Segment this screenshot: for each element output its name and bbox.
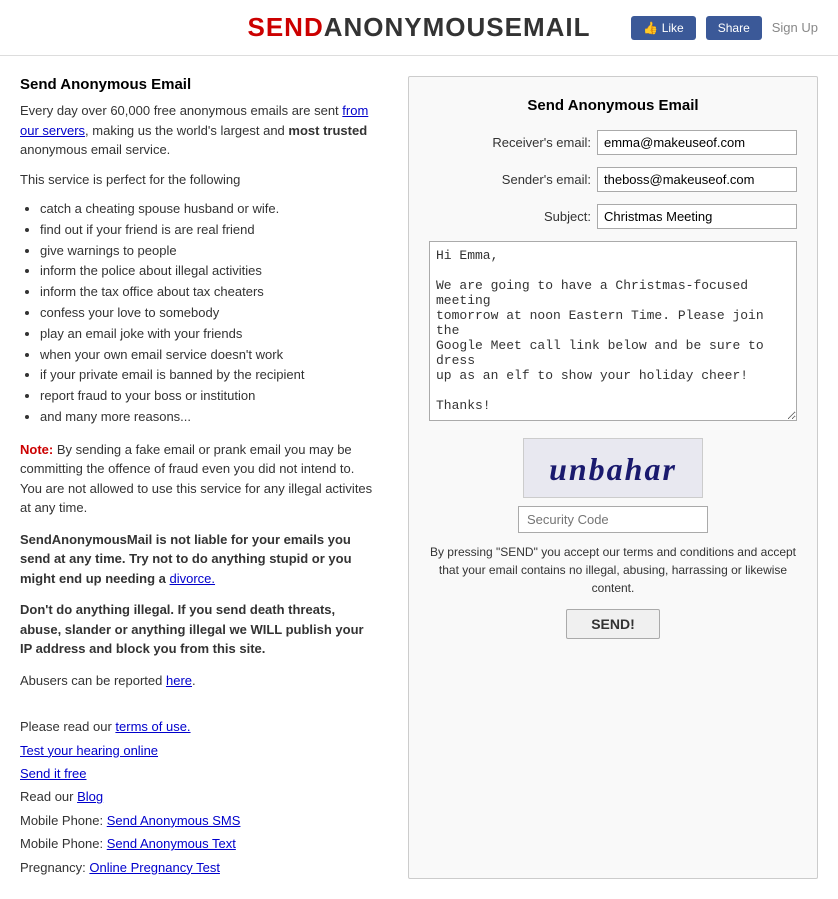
perfect-text: This service is perfect for the followin… bbox=[20, 170, 378, 190]
receiver-label: Receiver's email: bbox=[492, 135, 591, 150]
signup-link[interactable]: Sign Up bbox=[772, 20, 818, 35]
list-item: report fraud to your boss or institution bbox=[40, 386, 378, 407]
blog-prefix: Read our bbox=[20, 789, 77, 804]
share-button[interactable]: Share bbox=[706, 16, 762, 40]
captcha-area: unbahar bbox=[429, 438, 797, 533]
list-item: and many more reasons... bbox=[40, 407, 378, 428]
receiver-input[interactable] bbox=[597, 130, 797, 155]
captcha-image: unbahar bbox=[523, 438, 703, 498]
receiver-row: Receiver's email: bbox=[429, 130, 797, 155]
illegal-block: Don't do anything illegal. If you send d… bbox=[20, 600, 378, 659]
terms-link[interactable]: terms of use. bbox=[115, 719, 190, 734]
list-item: inform the tax office about tax cheaters bbox=[40, 282, 378, 303]
terms-text: By pressing "SEND" you accept our terms … bbox=[429, 543, 797, 597]
logo-rest: ANONYMOUSEMAIL bbox=[324, 12, 591, 42]
note-block: Note: By sending a fake email or prank e… bbox=[20, 440, 378, 518]
sms-prefix: Mobile Phone: bbox=[20, 813, 107, 828]
sender-input[interactable] bbox=[597, 167, 797, 192]
hearing-link[interactable]: Test your hearing online bbox=[20, 743, 158, 758]
header: SENDANONYMOUSEMAIL 👍 Like Share Sign Up bbox=[0, 0, 838, 56]
list-item: if your private email is banned by the r… bbox=[40, 365, 378, 386]
terms-prefix: Please read our bbox=[20, 719, 115, 734]
abusers-prefix: Abusers can be reported bbox=[20, 673, 166, 688]
liability-block: SendAnonymousMail is not liable for your… bbox=[20, 530, 378, 589]
illegal-text: Don't do anything illegal. If you send d… bbox=[20, 602, 364, 656]
intro-text: Every day over 60,000 free anonymous ema… bbox=[20, 101, 378, 160]
note-label: Note: bbox=[20, 442, 53, 457]
links-block: Please read our terms of use. Test your … bbox=[20, 715, 378, 879]
logo-send: SEND bbox=[247, 12, 323, 42]
list-item: find out if your friend is are real frie… bbox=[40, 220, 378, 241]
bullet-list: catch a cheating spouse husband or wife.… bbox=[40, 199, 378, 428]
note-text: By sending a fake email or prank email y… bbox=[20, 442, 372, 516]
site-logo: SENDANONYMOUSEMAIL bbox=[247, 12, 590, 43]
text-link[interactable]: Send Anonymous Text bbox=[107, 836, 236, 851]
blog-link[interactable]: Blog bbox=[77, 789, 103, 804]
main-content: Send Anonymous Email Every day over 60,0… bbox=[0, 56, 838, 899]
message-textarea[interactable]: Hi Emma, We are going to have a Christma… bbox=[429, 241, 797, 421]
left-title: Send Anonymous Email bbox=[20, 76, 378, 93]
text-prefix: Mobile Phone: bbox=[20, 836, 107, 851]
left-column: Send Anonymous Email Every day over 60,0… bbox=[20, 76, 388, 879]
abusers-link[interactable]: here bbox=[166, 673, 192, 688]
send-button[interactable]: SEND! bbox=[566, 609, 660, 639]
subject-row: Subject: bbox=[429, 204, 797, 229]
right-column: Send Anonymous Email Receiver's email: S… bbox=[408, 76, 818, 879]
pregnancy-link[interactable]: Online Pregnancy Test bbox=[89, 860, 220, 875]
list-item: play an email joke with your friends bbox=[40, 324, 378, 345]
list-item: when your own email service doesn't work bbox=[40, 345, 378, 366]
like-button[interactable]: 👍 Like bbox=[631, 16, 695, 40]
form-title: Send Anonymous Email bbox=[429, 97, 797, 114]
sender-row: Sender's email: bbox=[429, 167, 797, 192]
list-item: catch a cheating spouse husband or wife. bbox=[40, 199, 378, 220]
abusers-text: Abusers can be reported here. bbox=[20, 671, 378, 691]
header-actions: 👍 Like Share Sign Up bbox=[631, 16, 818, 40]
security-code-input[interactable] bbox=[518, 506, 708, 533]
list-item: inform the police about illegal activiti… bbox=[40, 261, 378, 282]
sms-link[interactable]: Send Anonymous SMS bbox=[107, 813, 241, 828]
list-item: give warnings to people bbox=[40, 241, 378, 262]
list-item: confess your love to somebody bbox=[40, 303, 378, 324]
divorce-link[interactable]: divorce. bbox=[170, 571, 216, 586]
subject-label: Subject: bbox=[544, 209, 591, 224]
pregnancy-prefix: Pregnancy: bbox=[20, 860, 89, 875]
send-free-link[interactable]: Send it free bbox=[20, 766, 87, 781]
sender-label: Sender's email: bbox=[502, 172, 591, 187]
subject-input[interactable] bbox=[597, 204, 797, 229]
